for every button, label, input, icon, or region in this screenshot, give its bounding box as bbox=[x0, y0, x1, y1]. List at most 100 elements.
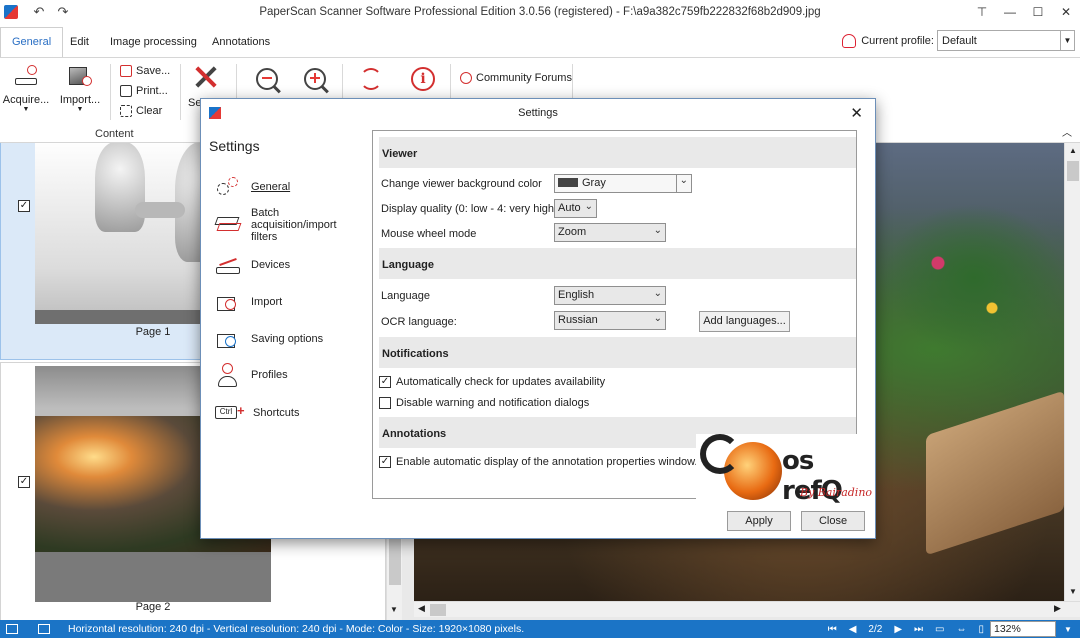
language-dropdown[interactable]: English ⌄ bbox=[554, 286, 666, 305]
ocr-language-value: Russian bbox=[558, 314, 598, 326]
zoom-dropdown[interactable]: 132% bbox=[990, 621, 1056, 637]
save-button[interactable]: Save... bbox=[120, 65, 170, 77]
scroll-down-icon[interactable]: ▼ bbox=[390, 605, 398, 614]
viewer-vscroll-thumb[interactable] bbox=[1067, 161, 1079, 181]
collapse-ribbon-icon[interactable]: ︿ bbox=[1062, 124, 1072, 139]
zoom-out-button[interactable] bbox=[252, 66, 282, 96]
mouse-wheel-value: Zoom bbox=[558, 226, 587, 238]
tab-image-processing[interactable]: Image processing bbox=[100, 32, 207, 52]
last-page-icon[interactable]: ⏭ bbox=[914, 624, 923, 635]
profile-dropdown[interactable]: Default ▼ bbox=[937, 30, 1075, 51]
watermark-logo: os refQ By Bairadino bbox=[696, 434, 874, 509]
refresh-button[interactable] bbox=[356, 66, 386, 96]
auto-update-check-box[interactable]: ✓ bbox=[379, 376, 391, 388]
nav-label-saving: Saving options bbox=[251, 333, 324, 345]
zoom-out-icon bbox=[254, 66, 281, 94]
community-forums-link[interactable]: Community Forums bbox=[460, 72, 572, 84]
viewer-vertical-scrollbar[interactable]: ▲ ▼ bbox=[1064, 143, 1080, 601]
minimize-button[interactable]: — bbox=[996, 0, 1024, 24]
annotation-props-checkbox[interactable]: ✓ Enable automatic display of the annota… bbox=[379, 456, 697, 468]
import-button[interactable]: Import... ▼ bbox=[56, 64, 104, 113]
redo-icon[interactable]: ↷ bbox=[52, 4, 74, 20]
viewer-scroll-left-icon[interactable]: ◀ bbox=[418, 603, 425, 614]
layout-icon[interactable] bbox=[6, 624, 18, 634]
fit-width-icon[interactable]: ▭ bbox=[935, 624, 944, 635]
page-2-checkbox[interactable]: ✓ bbox=[18, 476, 30, 488]
first-page-icon[interactable]: ⏮ bbox=[828, 624, 837, 635]
next-page-icon[interactable]: ▶ bbox=[894, 624, 902, 635]
nav-item-devices[interactable]: Devices bbox=[215, 257, 341, 279]
dialog-title: Settings bbox=[518, 107, 558, 119]
ocr-language-dropdown[interactable]: Russian ⌄ bbox=[554, 311, 666, 330]
chevron-down-icon: ⌄ bbox=[675, 175, 688, 192]
viewer-scroll-right-icon[interactable]: ▶ bbox=[1054, 603, 1061, 614]
apply-button[interactable]: Apply bbox=[727, 511, 791, 531]
page-navigation: ⏮ ◀ 2/2 ▶ ⏭ ▭ ⇔ ▯ bbox=[828, 620, 984, 638]
zoom-chevron-down-icon[interactable]: ▼ bbox=[1060, 621, 1076, 637]
settings-button[interactable]: Se bbox=[186, 64, 226, 109]
nav-label-shortcuts: Shortcuts bbox=[253, 407, 300, 419]
close-window-button[interactable]: ✕ bbox=[1052, 0, 1080, 24]
zoom-in-icon bbox=[302, 66, 329, 94]
maximize-button[interactable]: ☐ bbox=[1024, 0, 1052, 24]
nav-item-saving[interactable]: Saving options bbox=[215, 330, 341, 352]
undo-icon[interactable]: ↶ bbox=[28, 4, 50, 20]
mouse-wheel-label: Mouse wheel mode bbox=[381, 228, 477, 240]
nav-item-shortcuts[interactable]: Ctrl + Shortcuts bbox=[215, 403, 343, 425]
window-icon[interactable] bbox=[38, 624, 50, 634]
actual-size-icon[interactable]: ▯ bbox=[978, 624, 984, 635]
pin-icon[interactable]: ⊤ bbox=[968, 0, 996, 24]
settings-dialog: Settings ✕ Settings General Batch acquis… bbox=[200, 98, 876, 539]
viewer-scroll-down-icon[interactable]: ▼ bbox=[1069, 587, 1077, 596]
display-quality-dropdown[interactable]: Auto ⌄ bbox=[554, 199, 597, 218]
dialog-close-icon[interactable]: ✕ bbox=[850, 104, 863, 122]
batch-stack-icon bbox=[214, 213, 242, 235]
app-logo-icon bbox=[4, 5, 18, 19]
chevron-down-icon: ⌄ bbox=[653, 225, 662, 236]
community-forums-label: Community Forums bbox=[476, 72, 572, 84]
nav-item-import[interactable]: Import bbox=[215, 293, 341, 315]
auto-update-checkbox[interactable]: ✓ Automatically check for updates availa… bbox=[379, 376, 605, 388]
image-bench-region bbox=[926, 390, 1064, 556]
nav-item-batch[interactable]: Batch acquisition/import filters bbox=[214, 207, 341, 243]
group-label-content: Content bbox=[95, 128, 134, 140]
watermark-by: By Bairadino bbox=[800, 486, 873, 499]
nav-item-general[interactable]: General bbox=[215, 177, 341, 199]
chevron-down-icon: ⌄ bbox=[653, 313, 662, 324]
prev-page-icon[interactable]: ◀ bbox=[849, 624, 857, 635]
tab-annotations[interactable]: Annotations bbox=[202, 32, 280, 52]
user-icon bbox=[215, 363, 241, 389]
disable-warnings-checkbox[interactable]: Disable warning and notification dialogs bbox=[379, 397, 589, 409]
display-quality-value: Auto bbox=[558, 202, 581, 214]
tab-edit[interactable]: Edit bbox=[60, 32, 99, 52]
nav-item-profiles[interactable]: Profiles bbox=[215, 363, 341, 389]
disable-warnings-check-box[interactable] bbox=[379, 397, 391, 409]
chevron-down-icon: ▼ bbox=[1060, 31, 1074, 50]
zoom-in-button[interactable] bbox=[300, 66, 330, 96]
tab-general[interactable]: General bbox=[0, 27, 64, 57]
nav-label-profiles: Profiles bbox=[251, 369, 288, 381]
magnifier-icon bbox=[700, 434, 740, 474]
page-indicator: 2/2 bbox=[868, 623, 883, 635]
viewer-horizontal-scrollbar[interactable]: ◀ ▶ bbox=[414, 601, 1080, 617]
gears-icon bbox=[215, 177, 241, 199]
display-quality-label: Display quality (0: low - 4: very high) bbox=[381, 203, 558, 215]
acquire-button[interactable]: Acquire... ▼ bbox=[2, 64, 50, 113]
mouse-wheel-dropdown[interactable]: Zoom ⌄ bbox=[554, 223, 666, 242]
language-label: Language bbox=[381, 290, 430, 302]
viewer-scroll-up-icon[interactable]: ▲ bbox=[1069, 146, 1077, 155]
auto-update-label: Automatically check for updates availabi… bbox=[396, 376, 606, 388]
page-1-checkbox[interactable]: ✓ bbox=[18, 200, 30, 212]
close-button[interactable]: Close bbox=[801, 511, 865, 531]
about-button[interactable]: i bbox=[408, 66, 438, 96]
fit-page-icon[interactable]: ⇔ bbox=[956, 624, 966, 635]
print-button[interactable]: Print... bbox=[120, 85, 168, 97]
info-icon: i bbox=[410, 66, 436, 92]
annotation-props-check-box[interactable]: ✓ bbox=[379, 456, 391, 468]
add-languages-button[interactable]: Add languages... bbox=[699, 311, 790, 332]
bg-color-dropdown[interactable]: Gray ⌄ bbox=[554, 174, 692, 193]
nav-label-devices: Devices bbox=[251, 259, 291, 271]
viewer-hscroll-thumb[interactable] bbox=[430, 604, 446, 616]
save-label: Save... bbox=[136, 65, 171, 77]
clear-button[interactable]: Clear bbox=[120, 105, 162, 117]
